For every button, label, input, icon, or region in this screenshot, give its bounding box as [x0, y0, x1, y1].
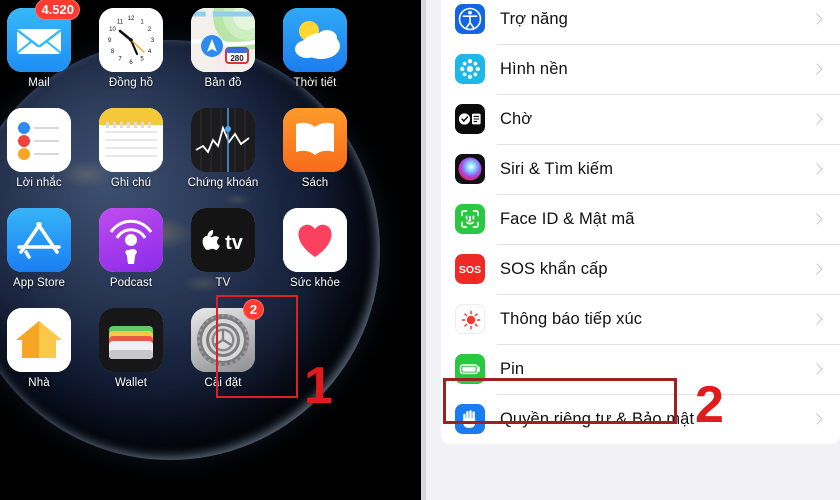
home-app-icon[interactable] [7, 308, 71, 372]
app-icon-stocks[interactable]: Chứng khoán [181, 108, 265, 189]
app-icon-home[interactable]: Nhà [0, 308, 81, 389]
books-icon[interactable] [283, 108, 347, 172]
health-icon[interactable] [283, 208, 347, 272]
accessibility-icon [455, 4, 485, 34]
settings-row-label: Face ID & Mật mã [500, 209, 635, 228]
settings-row-label: Quyền riêng tư & Bảo mật [500, 409, 695, 428]
app-icon-app-store[interactable]: App Store [0, 208, 81, 289]
app-icon-notes[interactable]: Ghi chú [89, 108, 173, 189]
panel-divider [419, 0, 421, 500]
siri-icon [455, 154, 485, 184]
home-screen-app-grid: 4.520 Mail 12 1 2 3 4 5 6 7 8 9 10 11 Đồ… [0, 0, 420, 500]
app-label: Đồng hồ [108, 77, 154, 89]
settings-row-label: Pin [500, 359, 525, 378]
settings-row-label: SOS khẩn cấp [500, 259, 608, 278]
reminders-icon[interactable] [7, 108, 71, 172]
mail-badge: 4.520 [35, 0, 80, 20]
app-label: Chứng khoán [187, 177, 259, 189]
app-label: Ghi chú [110, 177, 152, 189]
settings-row-label: Siri & Tìm kiếm [500, 159, 614, 178]
app-label: Nhà [28, 377, 50, 389]
wallpaper-icon [455, 54, 485, 84]
iphone-home-screen: 4.520 Mail 12 1 2 3 4 5 6 7 8 9 10 11 Đồ… [0, 0, 420, 500]
app-label: Lời nhắc [16, 177, 62, 189]
settings-row-standby[interactable]: Chờ [441, 94, 840, 144]
settings-group-card: Trợ năng Hình nền Chờ Siri & Tìm kiếm Fa… [441, 0, 840, 444]
settings-row-label: Trợ năng [500, 9, 568, 28]
app-label: App Store [12, 277, 66, 289]
exposure-notification-icon [455, 304, 485, 334]
app-icon-weather[interactable]: Thời tiết [273, 8, 357, 89]
settings-row-exposure-notifications[interactable]: Thông báo tiếp xúc [441, 294, 840, 344]
app-icon-podcast[interactable]: Podcast [89, 208, 173, 289]
svg-text:11: 11 [117, 20, 124, 26]
settings-row-label: Hình nền [500, 59, 568, 78]
weather-icon[interactable] [283, 8, 347, 72]
app-label: Wallet [114, 377, 148, 389]
settings-row-accessibility[interactable]: Trợ năng [441, 0, 840, 44]
chevron-right-icon [810, 94, 824, 144]
wallet-icon[interactable] [99, 308, 163, 372]
app-label: Sức khỏe [289, 277, 341, 289]
svg-text:10: 10 [109, 27, 116, 33]
battery-icon [455, 354, 485, 384]
settings-row-face-id[interactable]: Face ID & Mật mã [441, 194, 840, 244]
chevron-right-icon [810, 244, 824, 294]
app-label: TV [215, 277, 231, 289]
app-icon-mail[interactable]: 4.520 Mail [0, 0, 81, 89]
step-marker-1: 1 [304, 357, 333, 415]
settings-row-emergency-sos[interactable]: SOS SOS khẩn cấp [441, 244, 840, 294]
chevron-right-icon [810, 394, 824, 444]
settings-row-privacy-security[interactable]: Quyền riêng tư & Bảo mật [441, 394, 840, 444]
chevron-right-icon [810, 294, 824, 344]
mail-icon[interactable]: 4.520 [7, 0, 80, 72]
svg-text:12: 12 [128, 16, 135, 22]
chevron-right-icon [810, 194, 824, 244]
settings-row-battery[interactable]: Pin [441, 344, 840, 394]
ios-settings-list-panel: Trợ năng Hình nền Chờ Siri & Tìm kiếm Fa… [420, 0, 840, 500]
chevron-right-icon [810, 344, 824, 394]
svg-text:280: 280 [230, 54, 244, 63]
standby-icon [455, 104, 485, 134]
chevron-right-icon [810, 44, 824, 94]
settings-row-label: Thông báo tiếp xúc [500, 309, 643, 328]
chevron-right-icon [810, 0, 824, 44]
app-icon-clock[interactable]: 12 1 2 3 4 5 6 7 8 9 10 11 Đồng hồ [89, 8, 173, 89]
app-icon-wallet[interactable]: Wallet [89, 308, 173, 389]
face-id-icon [455, 204, 485, 234]
highlight-box-settings-app [216, 295, 298, 398]
app-icon-maps[interactable]: 280 Bản đồ [181, 8, 265, 89]
notes-icon[interactable] [99, 108, 163, 172]
app-icon-health[interactable]: Sức khỏe [273, 208, 357, 289]
app-label: Bản đồ [204, 77, 242, 89]
stocks-icon[interactable] [191, 108, 255, 172]
app-icon-reminders[interactable]: Lời nhắc [0, 108, 81, 189]
app-label: Sách [301, 177, 329, 189]
settings-row-siri[interactable]: Siri & Tìm kiếm [441, 144, 840, 194]
svg-text:SOS: SOS [459, 264, 481, 276]
app-icon-tv[interactable]: tv TV [181, 208, 265, 289]
sos-icon: SOS [455, 254, 485, 284]
svg-text:tv: tv [225, 232, 244, 254]
privacy-hand-icon [455, 404, 485, 434]
apple-tv-icon[interactable]: tv [191, 208, 255, 272]
settings-row-label: Chờ [500, 109, 533, 128]
podcast-icon[interactable] [99, 208, 163, 272]
settings-row-wallpaper[interactable]: Hình nền [441, 44, 840, 94]
app-label: Thời tiết [293, 77, 337, 89]
maps-icon[interactable]: 280 [191, 8, 255, 72]
step-marker-2: 2 [695, 376, 724, 434]
app-label: Mail [28, 77, 50, 89]
app-icon-books[interactable]: Sách [273, 108, 357, 189]
chevron-right-icon [810, 144, 824, 194]
app-store-icon[interactable] [7, 208, 71, 272]
app-label: Podcast [109, 277, 153, 289]
clock-icon[interactable]: 12 1 2 3 4 5 6 7 8 9 10 11 [99, 8, 163, 72]
screenshot-root: 4.520 Mail 12 1 2 3 4 5 6 7 8 9 10 11 Đồ… [0, 0, 840, 500]
